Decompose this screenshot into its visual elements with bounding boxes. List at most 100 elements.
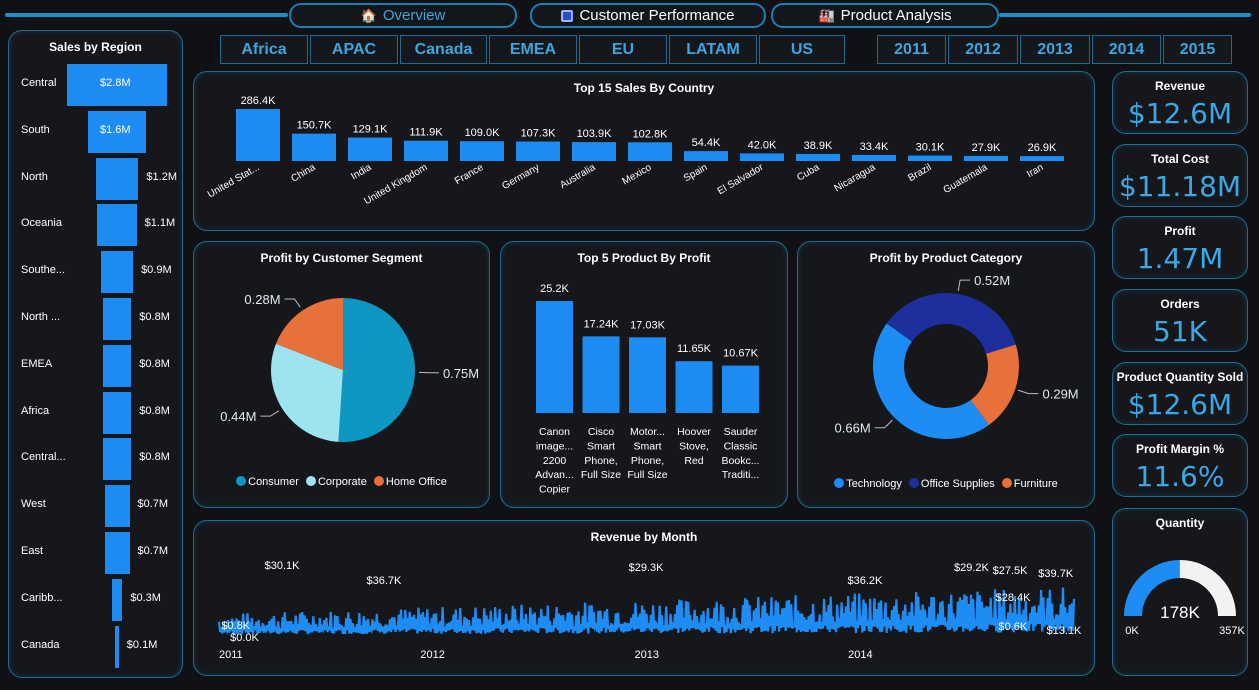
legend-consumer[interactable]: Consumer [236, 476, 299, 488]
region-bar[interactable] [95, 157, 139, 200]
tab-product-analysis-label: Product Analysis [840, 7, 952, 24]
region-name: Central [21, 77, 57, 89]
filter-year-2011[interactable]: 2011 [877, 35, 946, 64]
tab-product-analysis[interactable]: 🏭 Product Analysis [771, 3, 999, 28]
country-bar[interactable] [572, 142, 616, 161]
country-bar[interactable] [740, 153, 784, 161]
legend-home-office[interactable]: Home Office [373, 476, 447, 488]
pie-data-label: 0.44M [220, 409, 256, 424]
country-bar[interactable] [292, 133, 336, 161]
region-row[interactable]: Central $2.8M [9, 62, 184, 108]
donut-data-label: 0.52M [974, 273, 1010, 288]
region-bar[interactable] [102, 298, 132, 340]
filter-region-us[interactable]: US [759, 35, 845, 64]
product-axis-label: Red [684, 455, 703, 467]
region-value-label: $0.1M [126, 638, 158, 651]
gauge-min-label: 0K [1125, 625, 1139, 637]
region-bar[interactable] [100, 251, 134, 294]
legend-office-supplies[interactable]: Office Supplies [908, 478, 995, 490]
country-axis-label: El Salvador [716, 162, 766, 197]
filter-region-eu[interactable]: EU [579, 35, 667, 64]
revenue-annotation: $29.2K [954, 562, 990, 574]
region-row[interactable]: Canada $0.1M [9, 624, 184, 670]
region-row[interactable]: South $1.6M [9, 109, 184, 155]
region-value-label: $0.8M [139, 357, 170, 370]
pie-slice-consumer[interactable] [338, 298, 415, 442]
product-bar[interactable] [629, 337, 666, 413]
region-row[interactable]: North ... $0.8M [9, 296, 184, 342]
revenue-annotation: $0.8K [221, 620, 250, 632]
region-bar[interactable] [102, 344, 132, 387]
country-bar[interactable] [684, 151, 728, 161]
country-bar[interactable] [460, 141, 504, 161]
region-name: Southe... [21, 264, 66, 277]
tab-overview[interactable]: 🏠 Overview [289, 3, 517, 28]
revenue-annotation: $0.6K [999, 621, 1028, 633]
region-row[interactable]: Oceania $1.1M [9, 202, 184, 248]
region-row[interactable]: Caribb... $0.3M [9, 577, 184, 623]
country-bar[interactable] [1020, 156, 1064, 161]
pie-leader-line [260, 410, 280, 417]
legend-corporate[interactable]: Corporate [305, 476, 367, 488]
profit-by-segment-chart: 0.75M 0.44M 0.28M [220, 292, 479, 442]
region-value-label: $2.8M [100, 77, 131, 89]
country-bar[interactable] [516, 141, 560, 161]
donut-data-label: 0.66M [835, 421, 871, 436]
country-bar[interactable] [236, 109, 280, 161]
donut-leader-line [1017, 389, 1039, 395]
region-row[interactable]: Southe... $0.9M [9, 249, 184, 295]
legend-home-office-label: Home Office [385, 476, 447, 488]
kpi-profit-title: Profit [1164, 224, 1196, 238]
country-bar[interactable] [404, 140, 448, 161]
country-value-label: 129.1K [353, 124, 389, 136]
legend-technology[interactable]: Technology [834, 478, 902, 490]
country-bar[interactable] [348, 137, 392, 161]
country-value-label: 27.9K [972, 142, 1001, 154]
region-bar[interactable] [97, 204, 137, 247]
product-axis-label: Phone, [631, 455, 664, 467]
filter-year-2015[interactable]: 2015 [1163, 35, 1232, 64]
product-bar[interactable] [722, 365, 759, 413]
filter-year-2014[interactable]: 2014 [1092, 35, 1161, 64]
country-bar[interactable] [852, 154, 896, 161]
filter-year-2013[interactable]: 2013 [1020, 35, 1090, 64]
filter-region-emea[interactable]: EMEA [489, 35, 577, 64]
country-bar[interactable] [796, 153, 840, 161]
region-bar[interactable] [111, 578, 123, 621]
revenue-annotation: $36.2K [848, 575, 884, 587]
product-axis-label: Cisco [588, 426, 614, 438]
product-axis-label: Advan... [535, 469, 574, 481]
region-row[interactable]: East $0.7M [9, 530, 184, 576]
country-axis-label: United Kingdom [362, 162, 429, 207]
country-value-label: 103.9K [577, 128, 613, 140]
product-bar[interactable] [536, 301, 573, 413]
region-bar[interactable] [115, 625, 119, 668]
top-countries-panel: Top 15 Sales By Country 286.4K United Sta… [193, 71, 1095, 231]
region-row[interactable]: North $1.2M [9, 156, 184, 202]
kpi-total-cost-title: Total Cost [1151, 152, 1209, 166]
region-bar[interactable] [102, 391, 132, 434]
region-name: South [21, 123, 50, 136]
region-value-label: $0.8M [139, 311, 170, 323]
country-bar[interactable] [964, 155, 1008, 161]
filter-year-2012[interactable]: 2012 [948, 35, 1018, 64]
filter-region-canada[interactable]: Canada [400, 35, 487, 64]
country-bar[interactable] [908, 155, 952, 161]
filter-region-apac[interactable]: APAC [310, 35, 398, 64]
region-row[interactable]: Africa $0.8M [9, 390, 184, 436]
product-bar[interactable] [582, 336, 620, 413]
region-bar[interactable] [102, 438, 132, 481]
filter-region-latam[interactable]: LATAM [669, 35, 757, 64]
legend-furniture[interactable]: Furniture [1001, 478, 1058, 490]
country-bar[interactable] [628, 142, 672, 161]
region-bar[interactable] [104, 485, 130, 528]
region-row[interactable]: West $0.7M [9, 483, 184, 529]
tab-customer-performance[interactable]: Customer Performance [530, 3, 766, 28]
product-bar[interactable] [675, 361, 713, 413]
region-row[interactable]: EMEA $0.8M [9, 343, 184, 389]
region-row[interactable]: Central... $0.8M [9, 436, 184, 482]
region-bar[interactable] [104, 532, 130, 574]
kpi-profit-margin-card: Profit Margin % 11.6% [1112, 434, 1248, 497]
filter-region-africa[interactable]: Africa [220, 35, 308, 64]
revenue-line[interactable] [217, 587, 1076, 635]
